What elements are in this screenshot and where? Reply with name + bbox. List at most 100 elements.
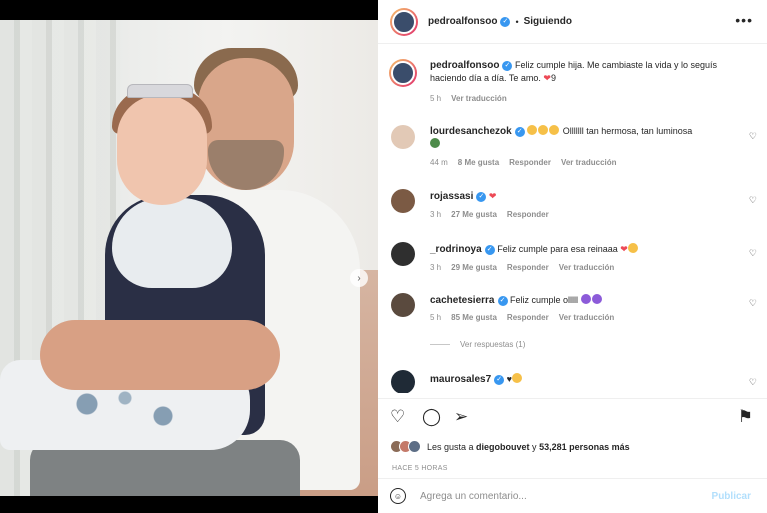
- purple-heart-emoji-icon: [580, 294, 591, 304]
- girl-face: [117, 95, 207, 205]
- likes-prefix: Les gusta a: [427, 441, 477, 452]
- commenter-avatar[interactable]: [391, 125, 415, 149]
- like-comment-icon[interactable]: ♡: [749, 248, 757, 259]
- heart-eyes-emoji-icon: [549, 125, 560, 135]
- comment-time: 44 m: [430, 158, 448, 167]
- share-send-icon[interactable]: ➢: [454, 407, 468, 427]
- commenter-avatar[interactable]: [391, 189, 415, 213]
- author-avatar[interactable]: [390, 7, 418, 36]
- reply-button[interactable]: Responder: [507, 263, 549, 272]
- author-username[interactable]: pedroalfonsoo: [428, 16, 497, 27]
- comment-body: Feliz cumple para esa reinaaa: [497, 244, 618, 254]
- comment-username[interactable]: lourdesanchezok: [430, 126, 512, 137]
- reply-button[interactable]: Responder: [509, 158, 551, 167]
- four-leaf-clover-emoji-icon: [430, 138, 440, 148]
- post-photo[interactable]: ›: [0, 20, 378, 496]
- publish-button[interactable]: Publicar: [712, 491, 751, 502]
- like-heart-icon[interactable]: ♡: [390, 407, 405, 427]
- verified-badge-icon: ✓: [500, 16, 511, 27]
- caption-text: pedroalfonsoo ✓ Feliz cumple hija. Me cam…: [430, 59, 748, 85]
- comment-body: Feliz cumple olllll: [510, 295, 579, 305]
- comment-bubble-icon[interactable]: ◯: [422, 407, 441, 427]
- reply-button[interactable]: Responder: [507, 313, 549, 322]
- reply-button[interactable]: Responder: [507, 210, 549, 219]
- comment-time: 3 h: [430, 210, 442, 219]
- hugging-arms: [40, 320, 280, 390]
- heart-eyes-emoji-icon: [627, 243, 638, 253]
- verified-badge-icon: ✓: [502, 60, 513, 71]
- translate-link[interactable]: Ver traducción: [559, 263, 615, 272]
- post-actions: ♡ ◯ ➢ ⚑: [378, 398, 767, 434]
- purple-heart-emoji-icon: [591, 294, 602, 304]
- more-options-icon[interactable]: •••: [735, 12, 753, 28]
- comment-username[interactable]: maurosales7: [430, 374, 491, 385]
- verified-badge-icon: ✓: [514, 126, 525, 137]
- next-slide-icon[interactable]: ›: [350, 269, 368, 287]
- translate-link[interactable]: Ver traducción: [451, 94, 507, 103]
- heart-emoji-icon: ❤: [620, 244, 628, 254]
- commenter-avatar[interactable]: [391, 293, 415, 317]
- like-comment-icon[interactable]: ♡: [749, 195, 757, 206]
- comment-text: lourdesanchezok ✓ Olllllll tan hermosa, t…: [430, 125, 748, 151]
- view-replies-label[interactable]: Ver respuestas (1): [460, 340, 525, 349]
- instagram-post-modal: › pedroalfonsoo ✓ • Siguiendo ••• pedroa…: [0, 0, 767, 513]
- comment-item: lourdesanchezok ✓ Olllllll tan hermosa, t…: [378, 123, 767, 169]
- likes-summary[interactable]: Les gusta a diegobouvet y 53,281 persona…: [390, 440, 630, 453]
- translate-link[interactable]: Ver traducción: [559, 313, 615, 322]
- comment-text: cachetesierra ✓ Feliz cumple olllll: [430, 294, 748, 307]
- liker-username[interactable]: diegobouvet: [476, 442, 530, 452]
- comment-likes[interactable]: 85 Me gusta: [451, 313, 497, 322]
- comment-time: 3 h: [430, 263, 442, 272]
- girl-collar: [112, 198, 232, 288]
- likes-text: Les gusta a diegobouvet y 53,281 persona…: [427, 442, 630, 452]
- heart-eyes-emoji-icon: [538, 125, 549, 135]
- bottom-black-bar: [0, 496, 378, 513]
- comment-item: maurosales7 ✓ ♥ ♡: [378, 369, 767, 393]
- comment-likes[interactable]: 27 Me gusta: [451, 210, 497, 219]
- save-bookmark-icon[interactable]: ⚑: [738, 407, 753, 427]
- comment-text: _rodrinoya ✓ Feliz cumple para esa reinaa…: [430, 243, 748, 256]
- emoji-picker-icon[interactable]: ☺: [390, 488, 406, 504]
- comment-item: rojassasi ✓ ❤ 3 h 27 Me gusta Responder ♡: [378, 187, 767, 223]
- comment-meta: 3 h 29 Me gusta Responder Ver traducción: [430, 263, 614, 272]
- verified-badge-icon: ✓: [497, 295, 508, 306]
- commenter-avatar[interactable]: [391, 370, 415, 393]
- top-black-bar: [0, 0, 378, 20]
- comment-username[interactable]: cachetesierra: [430, 295, 495, 306]
- comment-item: cachetesierra ✓ Feliz cumple olllll 5 h 8…: [378, 291, 767, 327]
- caption-meta: 5 h Ver traducción: [430, 94, 507, 103]
- view-replies-link[interactable]: Ver respuestas (1): [430, 340, 525, 349]
- comment-username[interactable]: rojassasi: [430, 191, 473, 202]
- caption-avatar[interactable]: [389, 59, 417, 87]
- liker-avatar: [408, 440, 421, 453]
- comment-meta: 3 h 27 Me gusta Responder: [430, 210, 549, 219]
- following-button[interactable]: Siguiendo: [524, 16, 572, 27]
- verified-badge-icon: ✓: [494, 374, 505, 385]
- separator-dot: •: [515, 16, 519, 27]
- likes-mid: y: [529, 441, 540, 452]
- comment-username[interactable]: _rodrinoya: [430, 244, 482, 255]
- replies-line: [430, 344, 450, 345]
- tiara: [127, 84, 193, 98]
- comment-time: 5 h: [430, 313, 442, 322]
- comment-text: rojassasi ✓ ❤: [430, 190, 748, 203]
- post-side-panel: pedroalfonsoo ✓ • Siguiendo ••• pedroalf…: [378, 0, 767, 513]
- comment-item: _rodrinoya ✓ Feliz cumple para esa reinaa…: [378, 240, 767, 276]
- like-comment-icon[interactable]: ♡: [749, 131, 757, 142]
- heart-emoji-icon: ❤: [488, 191, 497, 201]
- like-comment-icon[interactable]: ♡: [749, 298, 757, 309]
- caption-username[interactable]: pedroalfonsoo: [430, 60, 499, 71]
- translate-link[interactable]: Ver traducción: [561, 158, 617, 167]
- likes-count[interactable]: 53,281 personas más: [539, 442, 630, 452]
- caption: pedroalfonsoo ✓ Feliz cumple hija. Me cam…: [378, 59, 767, 109]
- comment-meta: 44 m 8 Me gusta Responder Ver traducción: [430, 158, 617, 167]
- comments-list[interactable]: pedroalfonsoo ✓ Feliz cumple hija. Me cam…: [378, 45, 767, 393]
- commenter-avatar[interactable]: [391, 242, 415, 266]
- comment-likes[interactable]: 29 Me gusta: [451, 263, 497, 272]
- comment-composer: ☺ Agrega un comentario... Publicar: [378, 478, 767, 513]
- caption-time: 5 h: [430, 94, 442, 103]
- comment-text: maurosales7 ✓ ♥: [430, 373, 748, 386]
- comment-likes[interactable]: 8 Me gusta: [458, 158, 499, 167]
- like-comment-icon[interactable]: ♡: [749, 377, 757, 388]
- comment-input[interactable]: Agrega un comentario...: [420, 491, 712, 502]
